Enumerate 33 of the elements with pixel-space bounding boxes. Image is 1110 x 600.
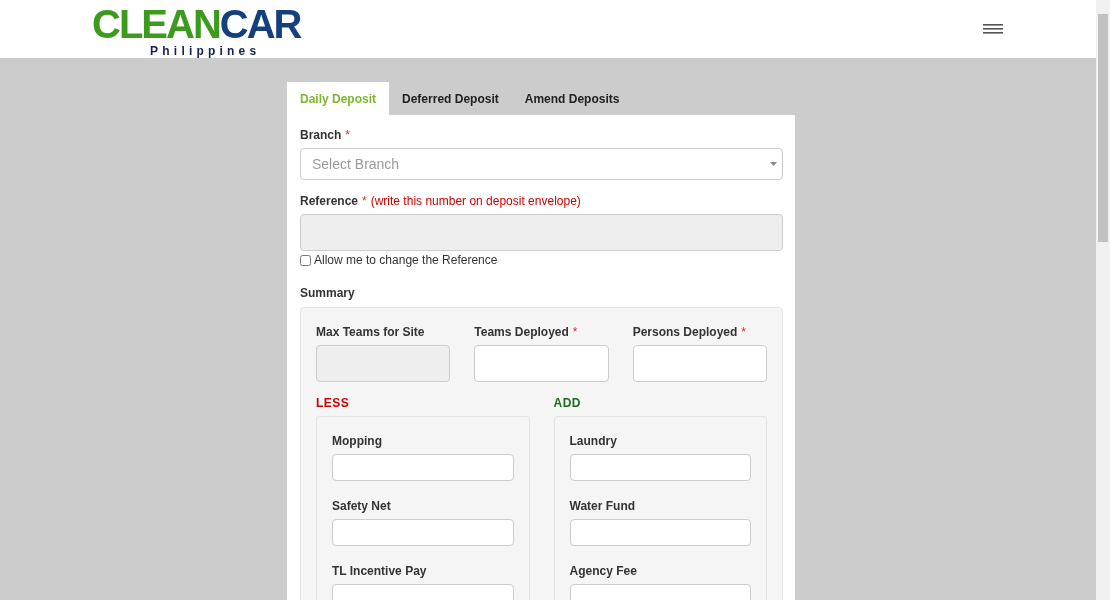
field-label: Branch: [300, 128, 342, 142]
input-field[interactable]: [632, 345, 767, 382]
field-label: Reference: [300, 194, 359, 208]
input-field[interactable]: [474, 345, 609, 382]
required-marker: *: [741, 325, 747, 339]
field-label: Mopping: [332, 434, 382, 448]
section-title: Summary: [300, 286, 356, 300]
field-label: Max Teams for Site: [316, 325, 425, 339]
required-marker: *: [572, 325, 578, 339]
required-marker: *: [345, 128, 350, 142]
field-label: Persons Deployed: [632, 325, 738, 339]
checkbox[interactable]: [300, 254, 311, 266]
field-label: TL Incentive Pay: [332, 564, 427, 578]
field-label: Safety Net: [332, 499, 391, 513]
required-marker: *: [362, 194, 367, 208]
field-label: Agency Fee: [569, 564, 637, 578]
group-title: ADD: [553, 396, 582, 410]
input-field[interactable]: [332, 519, 514, 546]
menu-icon[interactable]: [983, 24, 1003, 34]
tab[interactable]: Deferred Deposit: [389, 82, 512, 115]
logo[interactable]: CLEANCAR Philippines: [92, 4, 301, 58]
caret-icon: [770, 162, 777, 166]
input-field[interactable]: [332, 454, 514, 481]
field-label: Laundry: [569, 434, 617, 448]
input-field[interactable]: [569, 454, 751, 481]
hint-text: (write this number on deposit envelope): [370, 194, 581, 208]
input-field[interactable]: [569, 519, 751, 546]
field-label: Water Fund: [569, 499, 636, 513]
scrollbar[interactable]: [1096, 0, 1110, 600]
group-title: LESS: [316, 396, 351, 410]
field-label: Teams Deployed: [474, 325, 569, 339]
checkbox-label: Allow me to change the Reference: [314, 253, 498, 267]
tab[interactable]: Amend Deposits: [511, 82, 633, 115]
